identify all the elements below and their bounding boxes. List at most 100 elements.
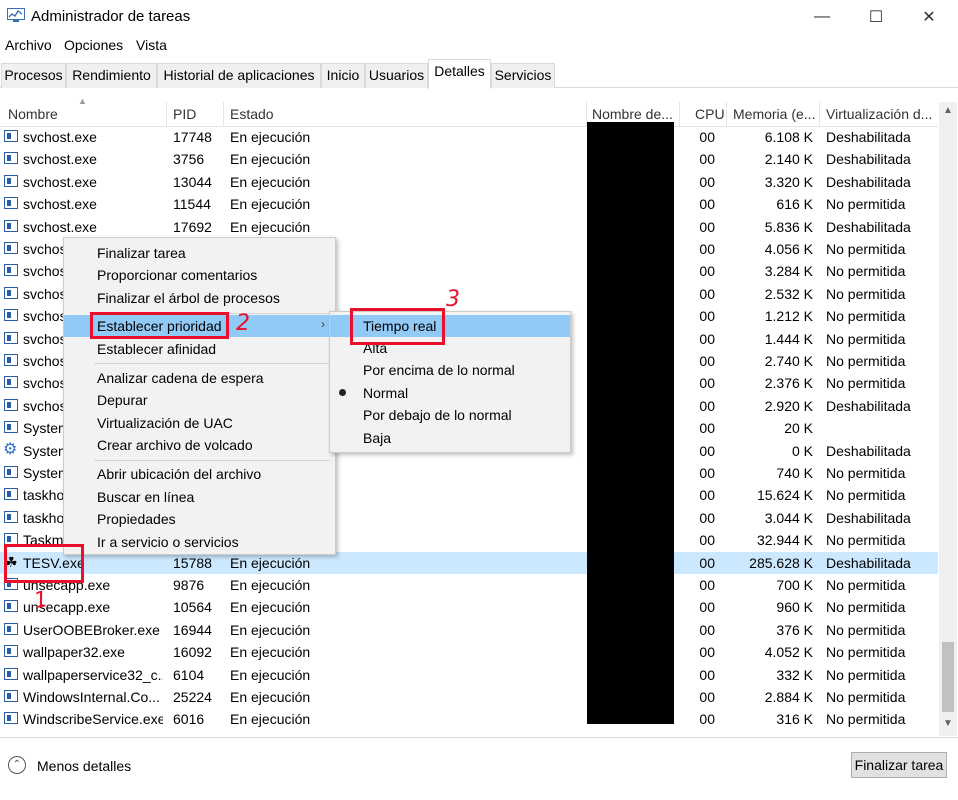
virtualization-cell: No permitida xyxy=(826,666,906,683)
table-row[interactable]: svchost.exe 11544 En ejecución 00 616 K No pe… xyxy=(0,193,938,215)
tab-inicio[interactable]: Inicio xyxy=(321,63,365,88)
state-cell: En ejecución xyxy=(230,599,311,616)
column-virtualizacion[interactable]: Virtualización d... xyxy=(826,106,936,122)
cpu-cell: 00 xyxy=(699,509,715,526)
menu-item-analizar-cadena[interactable]: Analizar cadena de espera xyxy=(64,367,335,389)
process-icon xyxy=(4,174,18,187)
menu-item-comentarios[interactable]: Proporcionar comentarios xyxy=(64,264,335,286)
menu-item-establecer-afinidad[interactable]: Establecer afinidad xyxy=(64,338,335,360)
process-icon xyxy=(4,421,18,434)
pid-cell: 9876 xyxy=(173,577,205,593)
footer-divider xyxy=(0,737,958,738)
scroll-thumb[interactable] xyxy=(942,642,954,712)
priority-por-debajo[interactable]: Por debajo de lo normal xyxy=(330,404,570,426)
pid-cell: 16944 xyxy=(173,621,212,638)
table-row[interactable]: unsecapp.exe 9876 En ejecución 00 700 K No pe… xyxy=(0,574,938,596)
process-icon xyxy=(4,354,18,366)
priority-baja[interactable]: Baja xyxy=(330,427,570,449)
menu-vista[interactable]: Vista xyxy=(136,37,167,53)
table-row[interactable]: wallpaperservice32_c... 6104 En ejecución 0… xyxy=(0,664,938,686)
cpu-cell: 00 xyxy=(699,173,715,190)
table-row[interactable]: svchost.exe 13044 En ejecución 00 3.320 K Des… xyxy=(0,171,938,193)
memory-cell: 376 K xyxy=(776,621,813,638)
menu-item-virtualizacion-uac[interactable]: Virtualización de UAC xyxy=(64,412,335,434)
table-row[interactable]: svchost.exe 3756 En ejecución 00 2.140 K Desh… xyxy=(0,148,938,170)
annotation-box-3 xyxy=(350,308,445,345)
memory-cell: 316 K xyxy=(776,711,813,728)
memory-cell: 2.532 K xyxy=(764,285,813,302)
table-row[interactable]: wallpaper32.exe 16092 En ejecución 00 4.052 … xyxy=(0,641,938,663)
table-row[interactable]: svchost.exe 17692 En ejecución 00 5.836 K Des… xyxy=(0,216,938,238)
virtualization-cell: No permitida xyxy=(826,285,906,302)
process-icon xyxy=(4,286,18,299)
tab-rendimiento[interactable]: Rendimiento xyxy=(66,63,157,88)
process-icon xyxy=(4,376,18,389)
pid-cell: 15788 xyxy=(173,554,212,571)
menu-opciones[interactable]: Opciones xyxy=(64,37,123,53)
table-row[interactable]: WindowsInternal.Co... 25224 En ejecución 00… xyxy=(0,686,938,708)
state-cell: En ejecución xyxy=(230,711,311,728)
table-row[interactable]: unsecapp.exe 10564 En ejecución 00 960 K No p… xyxy=(0,596,938,618)
tab-detalles[interactable]: Detalles xyxy=(428,59,491,89)
tab-usuarios[interactable]: Usuarios xyxy=(365,63,428,88)
cpu-cell: 00 xyxy=(699,129,715,145)
virtualization-cell: Deshabilitada xyxy=(826,151,911,168)
vertical-scrollbar[interactable]: ▲ ▼ xyxy=(939,102,957,736)
column-estado[interactable]: Estado xyxy=(230,106,380,122)
memory-cell: 6.108 K xyxy=(764,129,813,145)
menu-item-propiedades[interactable]: Propiedades xyxy=(64,508,335,530)
memory-cell: 3.284 K xyxy=(764,263,813,280)
pid-cell: 17748 xyxy=(173,129,212,145)
column-cpu[interactable]: CPU xyxy=(695,106,725,122)
cpu-cell: 00 xyxy=(699,532,715,549)
menu-item-abrir-ubicacion[interactable]: Abrir ubicación del archivo xyxy=(64,463,335,485)
tab-servicios[interactable]: Servicios xyxy=(491,63,555,88)
cpu-cell: 00 xyxy=(699,330,715,347)
cpu-cell: 00 xyxy=(699,689,715,705)
memory-cell: 5.836 K xyxy=(764,218,813,235)
annotation-box-2 xyxy=(90,312,229,339)
memory-cell: 4.056 K xyxy=(764,241,813,257)
priority-normal[interactable]: Normal xyxy=(330,382,570,404)
menu-item-depurar[interactable]: Depurar xyxy=(64,389,335,411)
less-details-link[interactable]: Menos detalles xyxy=(37,758,131,774)
tab-procesos[interactable]: Procesos xyxy=(1,63,66,88)
menu-item-crear-volcado[interactable]: Crear archivo de volcado xyxy=(64,434,335,456)
priority-por-encima[interactable]: Por encima de lo normal xyxy=(330,359,570,381)
end-task-button[interactable]: Finalizar tarea xyxy=(851,752,947,778)
cpu-cell: 00 xyxy=(699,308,715,325)
close-button[interactable]: ✕ xyxy=(900,0,958,33)
memory-cell: 32.944 K xyxy=(756,532,813,549)
menu-item-finalizar-tarea[interactable]: Finalizar tarea xyxy=(64,242,335,264)
virtualization-cell: No permitida xyxy=(826,711,906,728)
menu-item-buscar-en-linea[interactable]: Buscar en línea xyxy=(64,486,335,508)
virtualization-cell: No permitida xyxy=(826,621,906,638)
table-row[interactable]: svchost.exe 17748 En ejecución 00 6.108 K Des… xyxy=(0,126,938,148)
column-usuario[interactable]: Nombre de... xyxy=(592,106,674,122)
maximize-button[interactable]: ☐ xyxy=(847,0,905,33)
cpu-cell: 00 xyxy=(699,353,715,369)
tab-historial[interactable]: Historial de aplicaciones xyxy=(157,63,321,88)
redacted-username-column xyxy=(587,122,674,724)
minimize-button[interactable]: — xyxy=(793,0,851,33)
cpu-cell: 00 xyxy=(699,554,715,571)
column-nombre[interactable]: Nombre xyxy=(8,106,158,122)
collapse-chevron-icon[interactable]: ⌃ xyxy=(8,756,26,774)
process-icon xyxy=(4,667,18,680)
cpu-cell: 00 xyxy=(699,666,715,683)
column-pid[interactable]: PID xyxy=(173,106,223,122)
scroll-up-icon[interactable]: ▲ xyxy=(939,105,957,121)
scroll-down-icon[interactable]: ▼ xyxy=(939,718,957,734)
task-manager-icon xyxy=(7,8,25,22)
annotation-box-1 xyxy=(4,544,84,583)
process-name-cell: WindscribeService.exe xyxy=(23,711,163,728)
pid-cell: 6016 xyxy=(173,711,205,728)
menu-item-finalizar-arbol[interactable]: Finalizar el árbol de procesos xyxy=(64,287,335,309)
table-row[interactable]: WindscribeService.exe 6016 En ejecución 00 3… xyxy=(0,708,938,730)
state-cell: En ejecución xyxy=(230,151,311,168)
pid-cell: 3756 xyxy=(173,151,205,168)
column-memoria[interactable]: Memoria (e... xyxy=(733,106,817,122)
menu-archivo[interactable]: Archivo xyxy=(5,37,52,53)
table-row[interactable]: UserOOBEBroker.exe 16944 En ejecución 00 376… xyxy=(0,619,938,641)
menu-item-ir-a-servicio[interactable]: Ir a servicio o servicios xyxy=(64,531,335,553)
